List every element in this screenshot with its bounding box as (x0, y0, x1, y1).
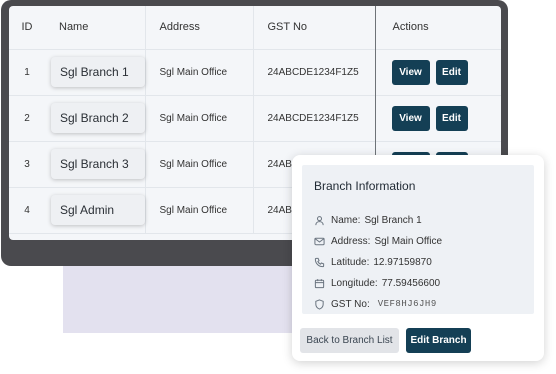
branch-name-chip[interactable]: Sgl Admin (51, 195, 145, 225)
info-row-address: Address: Sgl Main Office (314, 234, 442, 248)
row-address: Sgl Main Office (144, 49, 253, 95)
column-header-id: ID (21, 21, 33, 34)
info-longitude-label: Longitude: (331, 277, 378, 289)
row-gst: 24ABCDE1234F1Z5 (252, 95, 375, 141)
edit-button[interactable]: Edit (435, 105, 468, 131)
branch-name-chip[interactable]: Sgl Branch 3 (51, 149, 145, 179)
info-latitude-value: 12.97159870 (373, 256, 432, 268)
calendar-icon (314, 278, 325, 288)
edit-button[interactable]: Edit (435, 59, 468, 85)
info-address-label: Address: (331, 235, 371, 247)
row-id: 2 (24, 112, 30, 124)
info-row-name: Name: Sgl Branch 1 (314, 213, 422, 227)
back-to-branch-list-button[interactable]: Back to Branch List (300, 328, 399, 353)
info-row-latitude: Latitude: 12.97159870 (314, 255, 432, 269)
column-header-gst: GST No (252, 6, 375, 49)
shield-icon (315, 298, 324, 310)
row-gst: 24ABCDE1234F1Z5 (252, 49, 375, 95)
row-id: 4 (24, 204, 30, 216)
table-header-row: ID Name Address GST No Actions (9, 6, 501, 49)
user-icon (315, 215, 324, 225)
info-gst-label: GST No: (331, 298, 370, 310)
table-row: 2 Sgl Branch 2 Sgl Main Office 24ABCDE12… (9, 95, 501, 141)
phone-icon (314, 257, 325, 267)
branch-info-panel: Branch Information Name: Sgl Branch 1 Ad… (302, 165, 534, 314)
edit-branch-button[interactable]: Edit Branch (406, 328, 471, 353)
info-latitude-label: Latitude: (331, 256, 370, 268)
column-header-name: Name (59, 21, 89, 34)
row-id: 1 (24, 66, 30, 78)
info-row-longitude: Longitude: 77.59456600 (314, 276, 440, 290)
table-row: 1 Sgl Branch 1 Sgl Main Office 24ABCDE12… (9, 49, 501, 95)
row-address: Sgl Main Office (144, 141, 253, 187)
info-name-label: Name: (331, 214, 361, 226)
branch-info-card: Branch Information Name: Sgl Branch 1 Ad… (292, 155, 544, 361)
view-button[interactable]: View (391, 59, 430, 85)
column-header-actions: Actions (374, 6, 501, 49)
column-header-address: Address (144, 6, 253, 49)
branch-info-title: Branch Information (314, 179, 416, 193)
mail-icon (314, 237, 325, 245)
row-address: Sgl Main Office (144, 95, 253, 141)
info-longitude-value: 77.59456600 (381, 277, 441, 289)
info-gst-value: VEF8HJ6JH9 (377, 299, 437, 309)
info-address-value: Sgl Main Office (374, 235, 443, 247)
branch-name-chip[interactable]: Sgl Branch 1 (51, 57, 145, 87)
info-row-gst: GST No: VEF8HJ6JH9 (314, 297, 437, 311)
info-name-value: Sgl Branch 1 (364, 214, 422, 226)
row-address: Sgl Main Office (144, 187, 253, 233)
branch-name-chip[interactable]: Sgl Branch 2 (51, 103, 145, 133)
view-button[interactable]: View (391, 105, 430, 131)
row-id: 3 (24, 158, 30, 170)
